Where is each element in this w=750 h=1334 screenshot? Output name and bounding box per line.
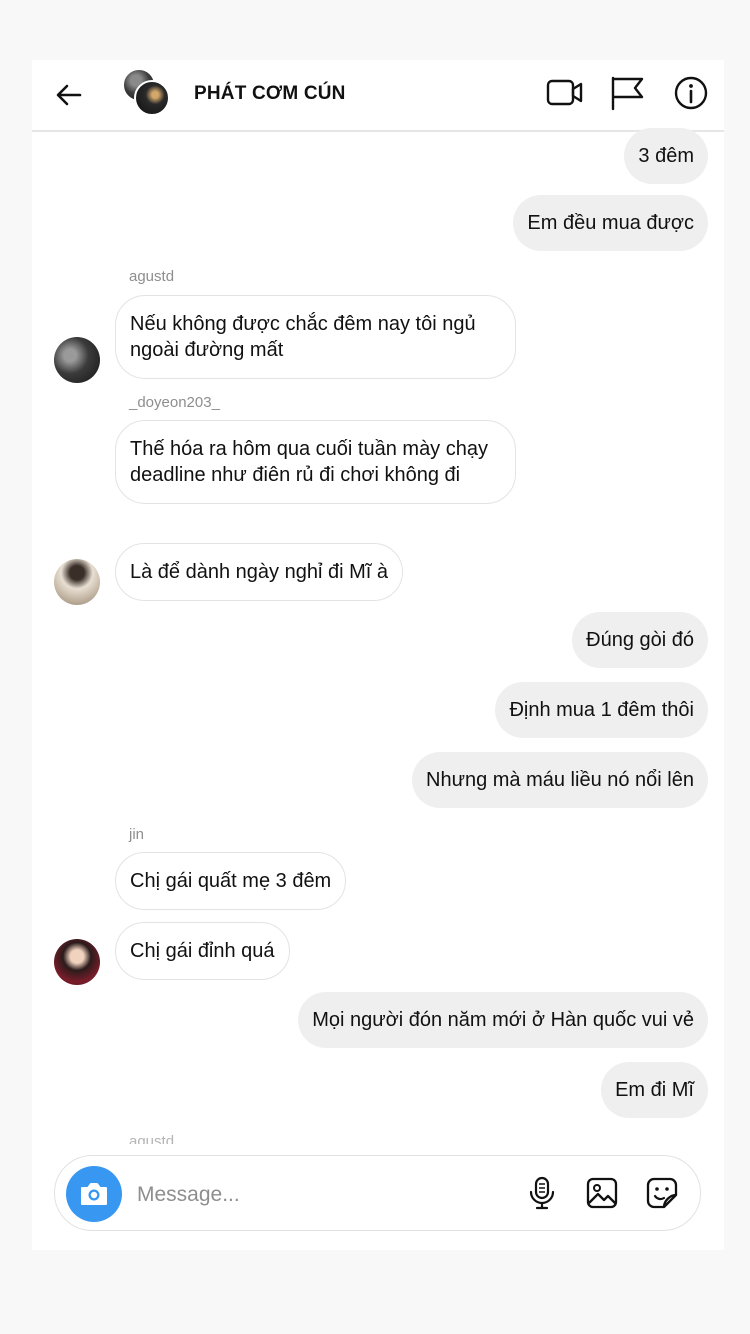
message-bubble-outgoing[interactable]: Em đi Mĩ	[601, 1062, 708, 1118]
message-bubble-outgoing[interactable]: 3 đêm	[624, 128, 708, 184]
message-bubble-outgoing[interactable]: Nhưng mà máu liều nó nổi lên	[412, 752, 708, 808]
message-bubble-outgoing[interactable]: Định mua 1 đêm thôi	[495, 682, 708, 738]
message-bubble-incoming[interactable]: Chị gái đỉnh quá	[115, 922, 290, 980]
message-bubble-outgoing[interactable]: Mọi người đón năm mới ở Hàn quốc vui vẻ	[298, 992, 708, 1048]
video-call-icon[interactable]	[546, 74, 584, 112]
flag-icon[interactable]	[608, 74, 646, 112]
sender-name: _doyeon203_	[129, 394, 220, 411]
microphone-icon[interactable]	[525, 1176, 559, 1210]
message-bubble-incoming[interactable]: Thế hóa ra hôm qua cuối tuần mày chạy de…	[115, 420, 516, 504]
message-bubble-outgoing[interactable]: Đúng gòi đó	[572, 612, 708, 668]
sticker-icon[interactable]	[645, 1176, 679, 1210]
message-input[interactable]	[137, 1180, 497, 1210]
sender-name-partial: agustd	[129, 1134, 175, 1144]
message-bubble-incoming[interactable]: Nếu không được chắc đêm nay tôi ngủ ngoà…	[115, 295, 516, 379]
gallery-icon[interactable]	[585, 1176, 619, 1210]
message-bubble-outgoing[interactable]: Em đều mua được	[513, 195, 708, 251]
chat-header: PHÁT CƠM CÚN	[32, 60, 724, 132]
group-avatar[interactable]	[122, 68, 170, 116]
sender-name: jin	[129, 826, 145, 843]
message-bubble-incoming[interactable]: Chị gái quất mẹ 3 đêm	[115, 852, 347, 910]
chat-title[interactable]: PHÁT CƠM CÚN	[194, 83, 346, 105]
sender-avatar[interactable]	[54, 559, 100, 605]
message-bubble-incoming[interactable]: Là để dành ngày nghỉ đi Mĩ à	[115, 543, 403, 601]
message-composer	[54, 1155, 701, 1231]
group-avatar-2	[134, 80, 170, 116]
back-arrow-icon[interactable]	[52, 78, 86, 112]
sender-avatar[interactable]	[54, 939, 100, 985]
camera-icon[interactable]	[66, 1166, 122, 1222]
sender-name: agustd	[129, 268, 175, 285]
sender-avatar[interactable]	[54, 337, 100, 383]
info-icon[interactable]	[672, 74, 710, 112]
